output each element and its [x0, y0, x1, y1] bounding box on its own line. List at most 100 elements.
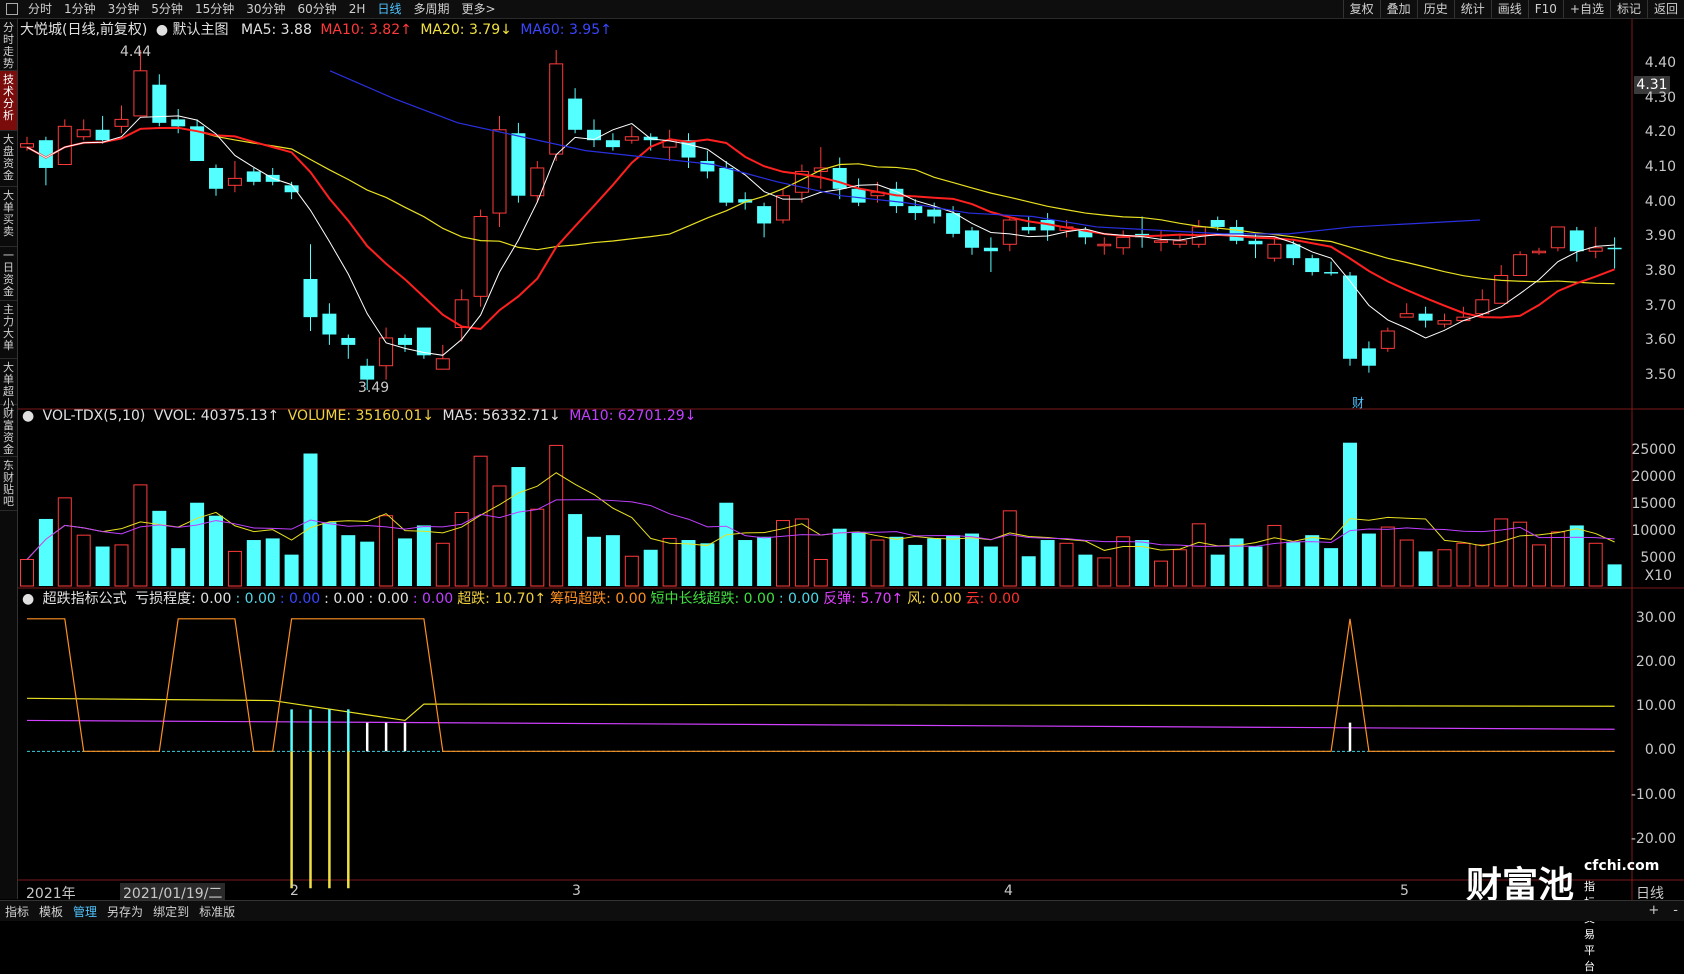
candle-body — [624, 136, 639, 141]
volume-bar — [322, 522, 337, 586]
indicator-value: : 0.00 — [235, 591, 276, 607]
y-axis-tick: 25000 — [1631, 441, 1676, 458]
bottom-action[interactable]: 绑定到 — [148, 903, 194, 920]
y-axis-tick: -20.00 — [1630, 830, 1676, 847]
volume-bar — [511, 467, 526, 586]
volume-bar — [757, 536, 772, 586]
date-month-4: 4 — [1004, 883, 1013, 899]
volume-bar — [341, 535, 356, 586]
y-axis-tick: 4.00 — [1644, 193, 1676, 210]
candle-body — [114, 118, 129, 127]
candlestick-series — [20, 50, 1622, 390]
bottom-action[interactable]: 管理 — [68, 903, 102, 920]
y-axis-tick: 20.00 — [1635, 654, 1676, 670]
indicator-value: 反弹: 5.70↑ — [823, 591, 904, 607]
candle-body — [1286, 244, 1301, 259]
candle-body — [965, 230, 979, 248]
volume-bar — [398, 538, 412, 586]
y-axis-tick: 3.70 — [1644, 297, 1676, 314]
volume-bar — [1324, 548, 1339, 586]
candle-body — [1172, 240, 1187, 245]
vol-ma5-line — [26, 472, 1615, 560]
candle-body — [76, 129, 91, 138]
candle-body — [1513, 254, 1528, 277]
y-axis-tick: 4.40 — [1644, 54, 1676, 71]
volume-bar — [1380, 526, 1395, 587]
candle-body — [492, 129, 507, 214]
volume-bar — [643, 549, 658, 586]
volume-bar — [794, 518, 809, 587]
volume-bar — [851, 531, 866, 586]
candle-body — [341, 337, 356, 345]
candle-body — [1361, 348, 1376, 366]
template-dropdown[interactable]: ● 默认主图 — [156, 22, 233, 38]
volume-bar — [832, 528, 847, 586]
indicator-value: : 0.00 — [324, 591, 365, 607]
y-axis-tick: 4.10 — [1644, 158, 1676, 175]
y-axis-tick: 20000 — [1631, 468, 1676, 485]
bottom-action[interactable]: 另存为 — [102, 903, 148, 920]
date-month-2: 2 — [290, 883, 299, 899]
volume-bar — [152, 510, 167, 586]
chart-canvas[interactable] — [0, 0, 1684, 920]
candle-body — [1607, 247, 1622, 250]
candle-body — [1380, 330, 1395, 349]
volume-bar — [776, 520, 790, 587]
ma5-value: MA5: 3.88 — [240, 22, 312, 38]
volume-bar — [530, 508, 545, 587]
volume-bar — [1456, 542, 1471, 587]
vol-title[interactable]: VOL-TDX(5,10) — [43, 408, 146, 424]
volume-bar — [76, 534, 91, 587]
candle-body — [832, 167, 847, 189]
volume-bar — [549, 444, 564, 587]
zoom-out-button[interactable]: - — [1673, 901, 1678, 921]
chaodie-line — [26, 697, 1615, 722]
candle-body — [1437, 320, 1452, 325]
y-axis-tick: -10.00 — [1630, 786, 1676, 803]
chouma-line — [27, 618, 1615, 752]
stock-name[interactable]: 大悦城(日线,前复权) — [20, 22, 147, 38]
zoom-in-button[interactable]: + — [1648, 901, 1659, 921]
template-label: 默认主图 — [172, 22, 229, 38]
volume-bar — [1267, 524, 1282, 587]
volume-bar — [983, 546, 998, 586]
volume-bar — [1097, 557, 1112, 587]
volume-bar — [1116, 536, 1131, 587]
volume-bar — [1210, 554, 1225, 586]
bottom-action[interactable]: 标准版 — [194, 903, 240, 920]
volume-bar — [190, 502, 205, 586]
y-axis-tick: 5000 — [1640, 549, 1676, 566]
indicator-title[interactable]: 超跌指标公式 — [43, 591, 127, 607]
fantan-line — [26, 719, 1615, 730]
news-marker[interactable]: 财 — [1352, 394, 1364, 411]
volume-bar — [492, 485, 507, 587]
volume-bar — [738, 540, 753, 586]
candle-body — [1550, 226, 1565, 249]
indicator-value: 短中长线超跌: 0.00 — [650, 591, 775, 607]
candle-body — [700, 161, 715, 172]
candle-body — [133, 70, 148, 117]
candle-body — [209, 167, 223, 189]
volume-bar — [246, 540, 261, 586]
bottom-toolbar: 指标 模板 管理 另存为 绑定到 标准版 + - — [0, 900, 1684, 921]
volume-bar — [568, 514, 583, 586]
indicator-settings-icon[interactable]: ● — [22, 591, 34, 607]
volume-bar — [57, 497, 72, 587]
volume-bar — [1172, 549, 1187, 587]
volume-bar — [360, 541, 375, 586]
candle-body — [927, 209, 942, 217]
candle-body — [1097, 243, 1112, 247]
vvol-value: VVOL: 40375.13↑ — [153, 408, 280, 424]
volume-bar — [95, 546, 110, 586]
candle-body — [1305, 258, 1320, 273]
volume-settings-icon[interactable]: ● — [22, 408, 34, 424]
moving-average-lines — [26, 70, 1615, 356]
volume-bar — [1588, 542, 1603, 587]
bottom-action[interactable]: 模板 — [34, 903, 68, 920]
volume-bar — [435, 542, 450, 587]
volume-bar — [265, 538, 280, 586]
volume-bar — [1040, 540, 1055, 586]
volume-bar — [473, 455, 488, 587]
bottom-action[interactable]: 指标 — [0, 903, 34, 920]
volume-unit: X10 — [1644, 568, 1672, 584]
